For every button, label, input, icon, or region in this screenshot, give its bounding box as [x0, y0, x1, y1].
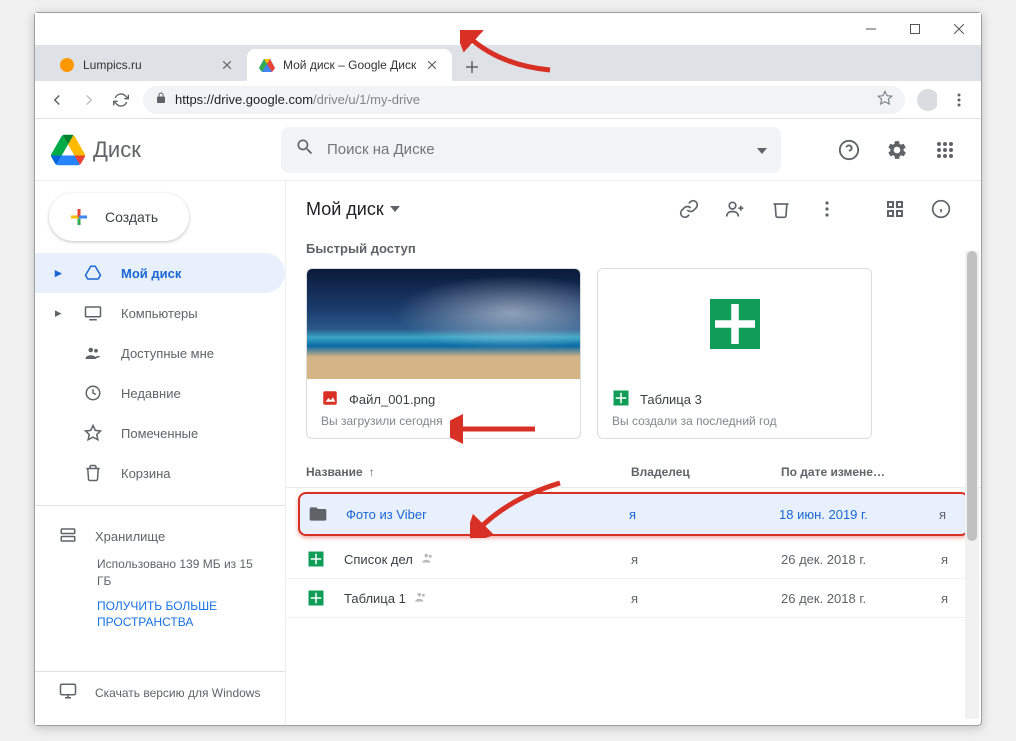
image-file-icon [321, 389, 339, 410]
search-input[interactable] [327, 141, 745, 158]
quick-access-title: Быстрый доступ [286, 237, 981, 268]
shared-icon [414, 590, 428, 607]
share-link-button[interactable] [669, 189, 709, 229]
drive-logo[interactable]: Диск [51, 133, 271, 167]
tab-strip: Lumpics.ru Мой диск – Google Диск [35, 45, 981, 81]
grid-view-button[interactable] [875, 189, 915, 229]
browser-tab-drive[interactable]: Мой диск – Google Диск [247, 49, 452, 81]
file-row-folder[interactable]: Фото из Viber я 18 июн. 2019 г. я [298, 492, 969, 536]
folder-icon [308, 504, 328, 524]
new-tab-button[interactable] [458, 53, 486, 81]
tab-title: Lumpics.ru [83, 58, 211, 72]
quick-card-file[interactable]: Файл_001.png Вы загрузили сегодня [306, 268, 581, 439]
tab-title: Мой диск – Google Диск [283, 58, 416, 72]
plus-icon [67, 205, 91, 229]
settings-button[interactable] [877, 130, 917, 170]
scrollbar[interactable] [965, 251, 979, 719]
browser-tab-lumpics[interactable]: Lumpics.ru [47, 49, 247, 81]
storage-icon [59, 526, 77, 547]
col-name[interactable]: Название ↑ [306, 465, 631, 479]
sidebar-item-shared[interactable]: Доступные мне [35, 333, 285, 373]
info-button[interactable] [921, 189, 961, 229]
sidebar-item-recent[interactable]: Недавние [35, 373, 285, 413]
computer-icon [83, 304, 103, 322]
address-bar: https://drive.google.com/drive/u/1/my-dr… [35, 81, 981, 119]
drive-logo-icon [51, 133, 85, 167]
create-button[interactable]: Создать [49, 193, 189, 241]
quick-card-sheet[interactable]: Таблица 3 Вы создали за последний год [597, 268, 872, 439]
reload-button[interactable] [111, 90, 131, 110]
clock-icon [83, 384, 103, 402]
star-icon [83, 424, 103, 442]
back-button[interactable] [47, 90, 67, 110]
main-row: Создать ▸ Мой диск ▸ Компьютеры Доступны… [35, 181, 981, 725]
sidebar: Создать ▸ Мой диск ▸ Компьютеры Доступны… [35, 181, 285, 725]
sheet-file-icon [612, 389, 630, 410]
window-titlebar [35, 13, 981, 45]
page-body: Диск Создать ▸ [35, 119, 981, 725]
window-minimize-button[interactable] [849, 13, 893, 45]
delete-button[interactable] [761, 189, 801, 229]
sort-asc-icon: ↑ [369, 465, 375, 479]
star-icon[interactable] [877, 90, 893, 109]
sheet-file-icon [306, 550, 326, 568]
download-desktop[interactable]: Скачать версию для Windows [35, 671, 285, 713]
drive-small-icon [83, 264, 103, 282]
window-close-button[interactable] [937, 13, 981, 45]
quick-thumb-image [307, 269, 580, 379]
search-icon [295, 137, 315, 162]
window-maximize-button[interactable] [893, 13, 937, 45]
url-field[interactable]: https://drive.google.com/drive/u/1/my-dr… [143, 86, 905, 114]
apps-button[interactable] [925, 130, 965, 170]
shared-icon [421, 551, 435, 568]
people-icon [83, 344, 103, 362]
sidebar-item-mydrive[interactable]: ▸ Мой диск [35, 253, 285, 293]
content-area: Мой диск Быстрый доступ [285, 181, 981, 725]
scrollbar-thumb[interactable] [967, 251, 977, 541]
sidebar-item-computers[interactable]: ▸ Компьютеры [35, 293, 285, 333]
file-row-sheet[interactable]: Список дел я 26 дек. 2018 г. я [286, 540, 981, 579]
dropdown-icon[interactable] [757, 141, 767, 159]
quick-access-row: Файл_001.png Вы загрузили сегодня [286, 268, 981, 457]
storage-info: Использовано 139 МБ из 15 ГБ [97, 556, 261, 590]
storage-upgrade-link[interactable]: ПОЛУЧИТЬ БОЛЬШЕ ПРОСТРАНСТВА [97, 598, 261, 632]
app-name: Диск [93, 137, 141, 163]
quick-thumb-sheet [598, 269, 871, 379]
forward-button[interactable] [79, 90, 99, 110]
path-title[interactable]: Мой диск [306, 199, 400, 220]
orange-icon [59, 57, 75, 73]
search-box[interactable] [281, 127, 781, 173]
divider [35, 505, 285, 506]
monitor-icon [59, 682, 77, 703]
sheet-file-icon [306, 589, 326, 607]
browser-window: Lumpics.ru Мой диск – Google Диск https:… [34, 12, 982, 726]
url-text: https://drive.google.com/drive/u/1/my-dr… [175, 92, 869, 107]
drive-header: Диск [35, 119, 981, 181]
browser-menu-button[interactable] [949, 90, 969, 110]
sidebar-item-starred[interactable]: Помеченные [35, 413, 285, 453]
more-button[interactable] [807, 189, 847, 229]
help-button[interactable] [829, 130, 869, 170]
add-person-button[interactable] [715, 189, 755, 229]
file-row-sheet[interactable]: Таблица 1 я 26 дек. 2018 г. я [286, 579, 981, 618]
dropdown-icon [390, 206, 400, 212]
col-date[interactable]: По дате измене… [781, 465, 941, 479]
content-header: Мой диск [286, 181, 981, 237]
sidebar-item-trash[interactable]: Корзина [35, 453, 285, 493]
expand-icon[interactable]: ▸ [55, 305, 65, 321]
trash-icon [83, 464, 103, 482]
expand-icon[interactable]: ▸ [55, 265, 65, 281]
storage-title[interactable]: Хранилище [59, 518, 261, 554]
lock-icon [155, 92, 167, 107]
tab-close-icon[interactable] [424, 57, 440, 73]
drive-icon [259, 57, 275, 73]
list-header: Название ↑ Владелец По дате измене… [286, 457, 981, 488]
profile-avatar[interactable] [917, 90, 937, 110]
tab-close-icon[interactable] [219, 57, 235, 73]
col-owner[interactable]: Владелец [631, 465, 781, 479]
